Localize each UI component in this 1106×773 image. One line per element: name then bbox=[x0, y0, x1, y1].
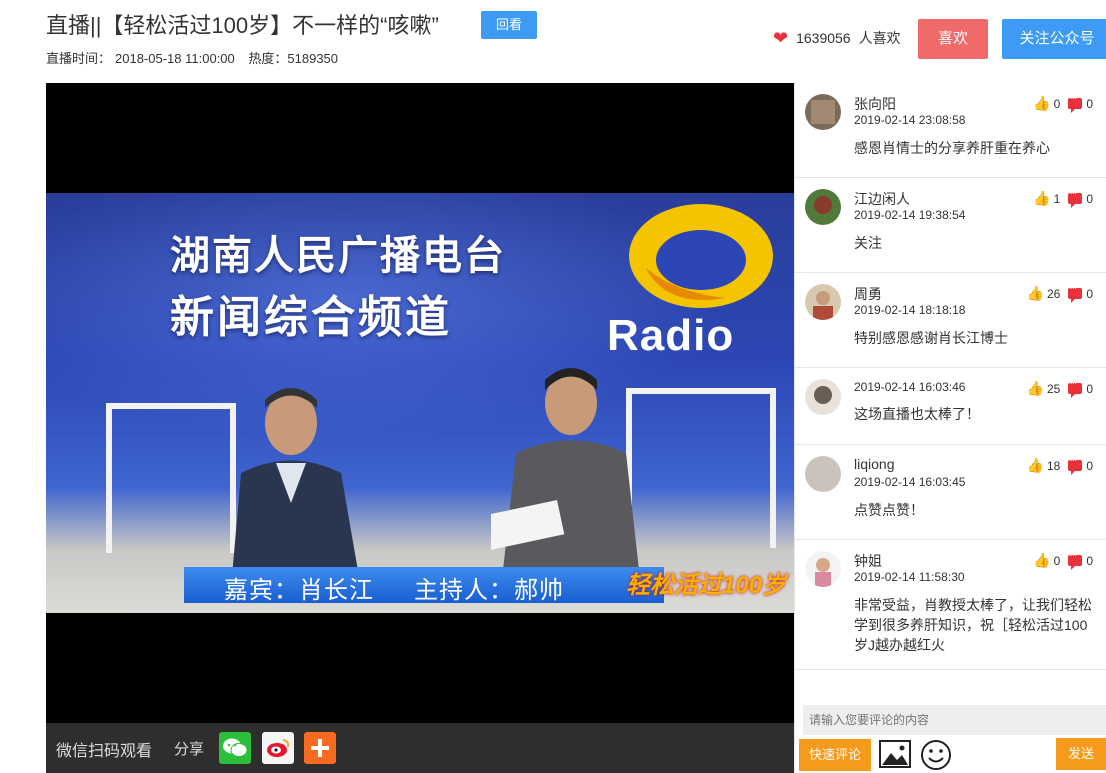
thumb-up-icon[interactable]: 👍 bbox=[1033, 190, 1050, 207]
comment-time: 2019-02-14 18:18:18 bbox=[854, 303, 966, 317]
caption-guest: 嘉宾：肖长江 bbox=[224, 577, 374, 604]
likes-count-group: ❤ 1639056 人喜欢 bbox=[773, 28, 901, 48]
comment-item: 江边闲人 2019-02-14 19:38:54 👍 1 0 关注 bbox=[795, 178, 1106, 273]
like-count: 0 bbox=[1053, 553, 1061, 568]
studio-shelf bbox=[106, 403, 236, 553]
comment-author: 张向阳 bbox=[854, 96, 896, 112]
comment-item: 周勇 2019-02-14 18:18:18 👍 26 0 特别感恩感谢肖长江博… bbox=[795, 273, 1106, 368]
avatar bbox=[805, 379, 841, 415]
reply-icon[interactable] bbox=[1068, 550, 1083, 570]
comment-author: 钟姐 bbox=[854, 553, 882, 569]
reply-count: 0 bbox=[1086, 381, 1093, 396]
send-button[interactable]: 发送 bbox=[1056, 738, 1106, 770]
guest-figure bbox=[231, 388, 361, 588]
like-count: 18 bbox=[1046, 458, 1061, 473]
reply-count: 0 bbox=[1086, 286, 1093, 301]
likes-count: 1639056 bbox=[796, 30, 851, 46]
live-meta: 直播时间： 2018-05-18 11:00:00 热度：5189350 bbox=[46, 48, 342, 67]
reply-count: 0 bbox=[1086, 553, 1093, 568]
thumb-up-icon[interactable]: 👍 bbox=[1027, 285, 1044, 302]
reply-count: 0 bbox=[1086, 458, 1093, 473]
comment-actions: 👍 0 0 bbox=[1033, 93, 1093, 113]
like-count: 0 bbox=[1053, 96, 1061, 111]
thumb-up-icon[interactable]: 👍 bbox=[1027, 380, 1044, 397]
comment-list[interactable]: 张向阳 2019-02-14 23:08:58 👍 0 0 感恩肖情士的分享养肝… bbox=[795, 83, 1106, 698]
caption-host: 主持人：郝帅 bbox=[414, 577, 564, 604]
comment-actions: 👍 26 0 bbox=[1027, 283, 1093, 303]
comment-panel: 张向阳 2019-02-14 23:08:58 👍 0 0 感恩肖情士的分享养肝… bbox=[794, 83, 1106, 773]
heat-label: 热度： bbox=[248, 51, 288, 66]
comment-input[interactable] bbox=[803, 705, 1106, 735]
heat-value: 5189350 bbox=[287, 51, 339, 66]
avatar bbox=[805, 551, 841, 587]
wechat-share-icon[interactable] bbox=[219, 732, 251, 764]
more-share-icon[interactable] bbox=[304, 732, 336, 764]
page-header: 直播||【轻松活过100岁】不一样的“咳嗽” 回看 直播时间： 2018-05-1… bbox=[0, 0, 1106, 83]
comment-item: 2019-02-14 16:03:46 👍 25 0 这场直播也太棒了！ bbox=[795, 368, 1106, 445]
reply-icon[interactable] bbox=[1068, 188, 1083, 208]
like-button[interactable]: 喜欢 bbox=[918, 19, 988, 59]
quick-comment-button[interactable]: 快速评论 bbox=[799, 739, 871, 771]
station-logo-text: Radio bbox=[607, 311, 735, 360]
like-count: 25 bbox=[1046, 381, 1061, 396]
reply-icon[interactable] bbox=[1068, 455, 1083, 475]
heart-icon: ❤ bbox=[773, 28, 789, 48]
program-logo: 轻松活过100岁 bbox=[626, 572, 787, 599]
share-label: 分享 bbox=[174, 741, 205, 758]
channel-name: 新闻综合频道 bbox=[170, 293, 452, 342]
comment-actions: 👍 18 0 bbox=[1027, 455, 1093, 475]
avatar bbox=[805, 284, 841, 320]
video-frame[interactable]: 湖南人民广播电台 新闻综合频道 Radio 嘉宾：肖长江 主持人：郝帅 轻松活过1… bbox=[46, 193, 794, 613]
caption-text: 嘉宾：肖长江 主持人：郝帅 bbox=[224, 570, 564, 605]
comment-item: 钟姐 2019-02-14 11:58:30 👍 0 0 非常受益，肖教授太棒了… bbox=[795, 540, 1106, 670]
like-count: 1 bbox=[1053, 191, 1061, 206]
comment-author: 江边闲人 bbox=[854, 191, 910, 207]
weibo-share-icon[interactable] bbox=[262, 732, 294, 764]
reply-icon[interactable] bbox=[1068, 93, 1083, 113]
comment-item: liqiong 2019-02-14 16:03:45 👍 18 0 点赞点赞！ bbox=[795, 445, 1106, 540]
replay-button[interactable]: 回看 bbox=[481, 11, 537, 39]
thumb-up-icon[interactable]: 👍 bbox=[1027, 457, 1044, 474]
comment-time: 2019-02-14 16:03:46 bbox=[854, 380, 966, 394]
comment-time: 2019-02-14 23:08:58 bbox=[854, 113, 966, 127]
reply-count: 0 bbox=[1086, 191, 1093, 206]
reply-icon[interactable] bbox=[1068, 378, 1083, 398]
live-time-label: 直播时间： bbox=[46, 51, 112, 66]
station-name: 湖南人民广播电台 bbox=[170, 234, 506, 278]
comment-text: 关注 bbox=[854, 235, 882, 251]
comment-author: liqiong bbox=[854, 456, 895, 472]
live-time: 2018-05-18 11:00:00 bbox=[115, 51, 235, 66]
comment-author: 周勇 bbox=[854, 286, 882, 302]
comment-text: 非常受益，肖教授太棒了，让我们轻松学到很多养肝知识，祝［轻松活过100岁J越办越… bbox=[854, 597, 1092, 653]
thumb-up-icon[interactable]: 👍 bbox=[1033, 552, 1050, 569]
comment-actions: 👍 1 0 bbox=[1033, 188, 1093, 208]
comment-text: 这场直播也太棒了！ bbox=[854, 406, 980, 422]
comment-time: 2019-02-14 11:58:30 bbox=[854, 570, 965, 584]
avatar bbox=[805, 94, 841, 130]
image-upload-icon[interactable] bbox=[879, 740, 911, 768]
comment-text: 感恩肖情士的分享养肝重在养心 bbox=[854, 140, 1050, 156]
comment-text: 点赞点赞！ bbox=[854, 502, 924, 518]
comment-item: 张向阳 2019-02-14 23:08:58 👍 0 0 感恩肖情士的分享养肝… bbox=[795, 83, 1106, 178]
video-player[interactable]: 湖南人民广播电台 新闻综合频道 Radio 嘉宾：肖长江 主持人：郝帅 轻松活过1… bbox=[46, 83, 794, 773]
follow-button[interactable]: 关注公众号 bbox=[1002, 19, 1106, 59]
comment-time: 2019-02-14 16:03:45 bbox=[854, 475, 966, 489]
avatar bbox=[805, 189, 841, 225]
station-logo-icon bbox=[629, 204, 773, 308]
comment-actions: 👍 25 0 bbox=[1027, 378, 1093, 398]
comment-time: 2019-02-14 19:38:54 bbox=[854, 208, 966, 222]
reply-icon[interactable] bbox=[1068, 283, 1083, 303]
avatar bbox=[805, 456, 841, 492]
reply-count: 0 bbox=[1086, 96, 1093, 111]
wechat-qr-label[interactable]: 微信扫码观看 bbox=[56, 737, 152, 761]
host-figure bbox=[491, 368, 641, 588]
likes-unit: 人喜欢 bbox=[858, 30, 901, 46]
comment-text: 特别感恩感谢肖长江博士 bbox=[854, 330, 1008, 346]
player-bar: 微信扫码观看 分享 bbox=[46, 723, 794, 773]
comment-actions: 👍 0 0 bbox=[1033, 550, 1093, 570]
thumb-up-icon[interactable]: 👍 bbox=[1033, 95, 1050, 112]
page-title: 直播||【轻松活过100岁】不一样的“咳嗽” bbox=[46, 13, 439, 38]
like-count: 26 bbox=[1046, 286, 1061, 301]
emoji-icon[interactable] bbox=[920, 739, 952, 771]
